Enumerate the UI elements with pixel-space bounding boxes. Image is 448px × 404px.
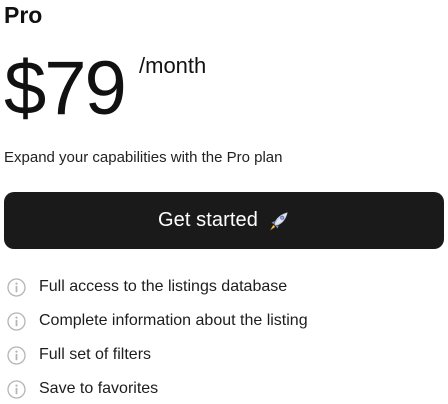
plan-description: Expand your capabilities with the Pro pl…	[4, 149, 283, 166]
feature-item: Full access to the listings database	[7, 270, 308, 304]
billing-period: /month	[139, 53, 207, 78]
pricing-card: Pro $79 /month Expand your capabilities …	[0, 0, 448, 404]
get-started-label: Get started	[157, 209, 259, 231]
feature-item: Save to favorites	[7, 372, 308, 404]
feature-label: Full set of filters	[39, 346, 152, 363]
feature-item: Full set of filters	[7, 338, 308, 372]
feature-label: Full access to the listings database	[39, 278, 288, 295]
feature-list: Full access to the listings database Com…	[7, 270, 308, 404]
info-icon	[7, 311, 26, 331]
feature-label: Save to favorites	[39, 380, 159, 397]
rocket-icon	[268, 210, 290, 232]
info-icon	[7, 345, 26, 365]
plan-price: $79	[4, 46, 127, 131]
get-started-button[interactable]: Get started	[4, 192, 444, 249]
info-icon	[7, 277, 26, 297]
info-icon	[7, 379, 26, 399]
feature-label: Complete information about the listing	[39, 312, 308, 329]
plan-name: Pro	[4, 2, 43, 28]
feature-item: Complete information about the listing	[7, 304, 308, 338]
